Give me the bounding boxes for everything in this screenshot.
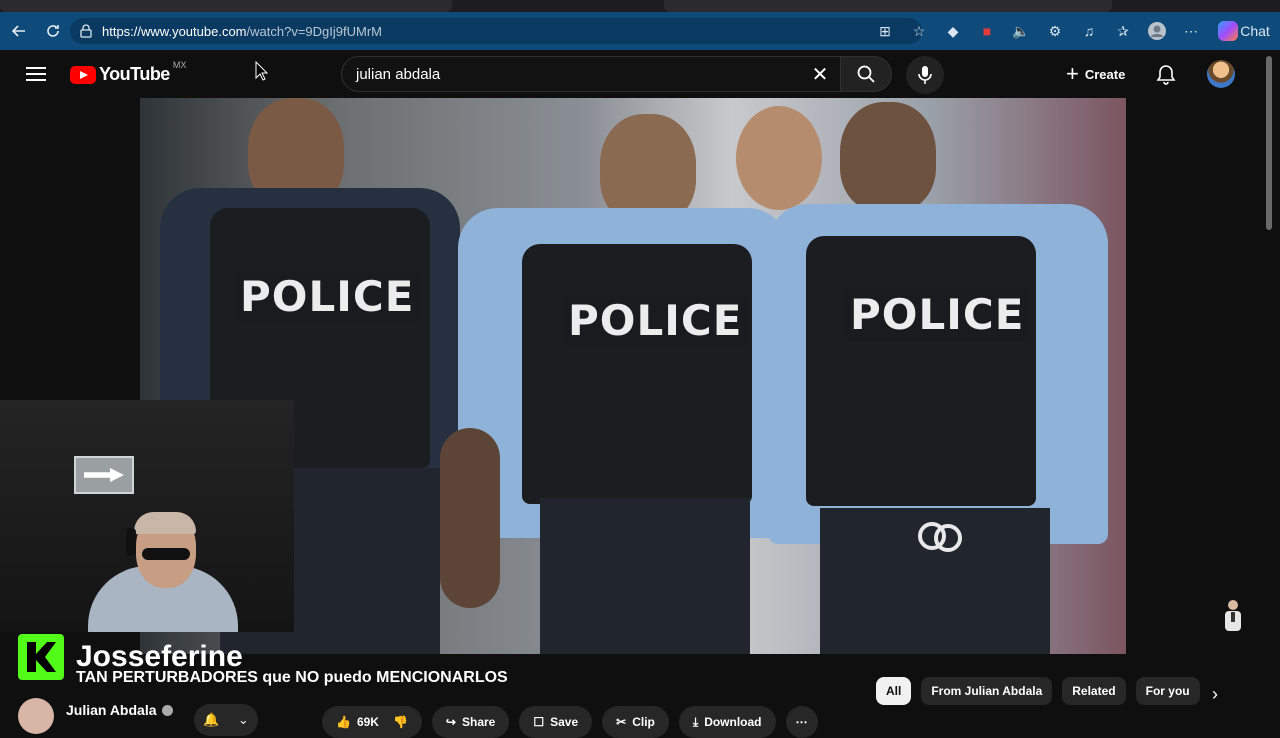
clear-search-icon[interactable]: ✕ [808,62,832,87]
video-title: TAN PERTURBADORES que NO puedo MENCIONAR… [76,669,508,686]
kick-logo-icon [18,634,64,680]
favorite-star-icon[interactable]: ☆ [908,20,930,42]
search-value: julian abdala [356,65,441,83]
extensions-puzzle-icon[interactable]: ⚙ [1044,20,1066,42]
streamer-cap [134,512,196,534]
browser-tab-strip [0,0,1280,12]
save-label: Save [550,715,579,729]
channel-name-link[interactable]: Julian Abdala [66,702,173,718]
mini-person-figure [1225,600,1241,631]
voice-search-button[interactable] [906,56,944,94]
download-button[interactable]: ⤓ Download [678,706,776,738]
chip-related[interactable]: Related [1062,677,1126,705]
clip-label: Clip [632,715,655,729]
more-actions-button[interactable]: ⋯ [785,706,818,738]
app-available-icon[interactable]: ⊞ [874,20,896,42]
share-button[interactable]: ↪ Share [431,706,510,738]
copilot-chat-button[interactable]: Chat [1214,20,1270,42]
refresh-icon [47,25,59,37]
speaker-icon[interactable]: 🔈 [1010,20,1032,42]
search-icon [857,65,875,83]
back-button[interactable] [4,16,34,46]
favorites-icon[interactable]: ✰ [1112,20,1134,42]
vest-label-left: POLICE [234,270,421,323]
exit-sign [74,456,134,494]
chips-next-chevron-icon[interactable]: › [1212,684,1218,705]
share-label: Share [461,715,496,729]
chip-for-you[interactable]: For you [1135,677,1200,705]
browser-actions: ⊞ ☆ ◆ ■ 🔈 ⚙ ♫ ✰ ⋯ Chat [874,18,1270,44]
like-count: 69K [356,715,379,729]
region-code: MX [172,59,187,70]
mouse-cursor-icon [255,61,269,81]
headphones [126,528,136,556]
url-path: /watch?v=9DgIj9fUMrM [246,23,382,39]
search-input[interactable]: julian abdala [341,56,841,92]
site-info-icon[interactable] [78,23,94,39]
page-scrollbar[interactable] [1266,56,1272,230]
channel-avatar[interactable] [18,698,54,734]
create-button[interactable]: + Create [1054,56,1137,92]
clip-button[interactable]: ✂ Clip [602,706,669,738]
chip-all[interactable]: All [876,677,912,705]
save-button[interactable]: ☐ Save [519,706,593,738]
verified-badge-icon [161,704,173,716]
hamburger-menu-icon[interactable] [24,64,48,84]
browser-toolbar: https://www.youtube.com/watch?v=9DgIj9fU… [0,12,1280,50]
create-label: Create [1084,66,1126,82]
extension-icon[interactable]: ◆ [942,20,964,42]
plus-icon: + [1066,61,1079,86]
streamer-glasses [142,548,190,560]
music-icon[interactable]: ♫ [1078,20,1100,42]
vest-label-right: POLICE [844,288,1031,341]
microphone-icon [918,66,932,84]
subscription-bell-button[interactable]: 🔔 ⌄ [194,704,258,736]
chip-from-channel[interactable]: From Julian Abdala [921,677,1053,705]
youtube-play-icon [70,65,96,84]
recommendation-chips: All From Julian Abdala Related For you [876,677,1200,705]
channel-name: Julian Abdala [66,702,157,718]
bell-icon: 🔔 [203,712,220,727]
download-icon: ⤓ [692,714,699,729]
extension-red-icon[interactable]: ■ [976,20,998,42]
account-avatar[interactable] [1207,60,1235,88]
handcuffs-icon [918,522,962,552]
more-menu-icon[interactable]: ⋯ [1180,20,1202,42]
dislike-icon[interactable]: 👎 [393,715,408,729]
vest-label-center: POLICE [562,294,749,347]
share-icon: ↪ [445,715,456,729]
chevron-down-icon: ⌄ [237,712,249,727]
profile-icon[interactable] [1146,20,1168,42]
address-bar[interactable]: https://www.youtube.com/watch?v=9DgIj9fU… [70,18,922,44]
youtube-header: YouTube MX julian abdala ✕ + Create [0,50,1280,98]
arrow-left-icon [11,25,25,37]
save-icon: ☐ [533,715,545,729]
refresh-button[interactable] [38,16,68,46]
search-button[interactable] [840,56,892,92]
copilot-icon [1218,21,1238,41]
youtube-logo[interactable]: YouTube MX [70,60,186,85]
scissors-icon: ✂ [616,715,627,729]
like-button[interactable]: 👍 69K 👎 [322,706,422,738]
browser-tab[interactable] [664,0,1112,12]
copilot-label: Chat [1240,23,1270,39]
notifications-bell-icon[interactable] [1154,63,1178,87]
youtube-wordmark: YouTube [99,64,170,84]
video-actions: 👍 69K 👎 ↪ Share ☐ Save ✂ Clip ⤓ Download ⋯ [322,706,818,738]
webcam-overlay [0,400,294,632]
download-label: Download [704,715,762,729]
thumbs-up-icon: 👍 [336,715,351,729]
browser-tab[interactable] [0,0,452,12]
url-host: https://www.youtube.com [102,23,247,39]
